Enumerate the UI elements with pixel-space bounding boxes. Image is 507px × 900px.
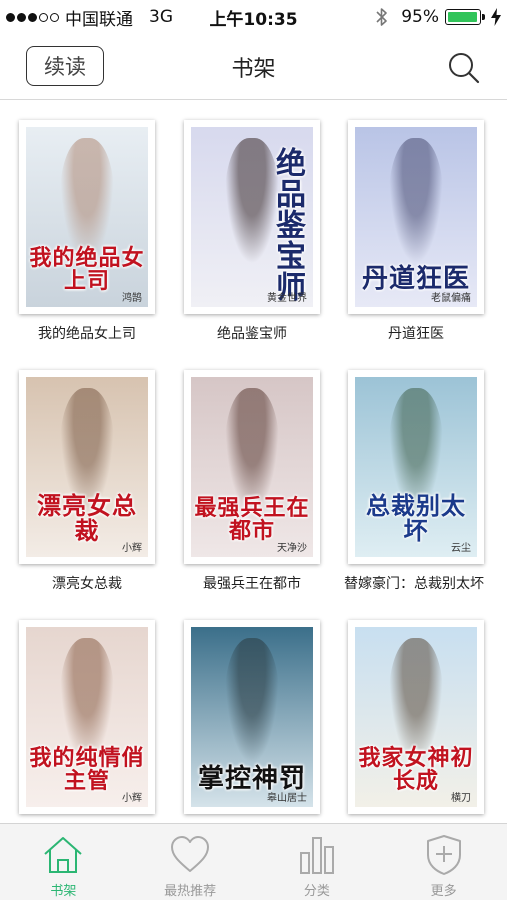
cover-title: 我家女神初长成 xyxy=(358,744,474,794)
book-cover[interactable]: 漂亮女总裁 小辉 xyxy=(19,370,155,564)
cover-title: 总裁别太坏 xyxy=(366,490,466,545)
book-title[interactable]: 替嫁豪门：总裁别太坏 xyxy=(344,573,504,593)
cover-author: 小辉 xyxy=(122,543,142,554)
cover-author: 老鼠偏痛 xyxy=(431,293,471,304)
cover-author: 黄金世界 xyxy=(267,293,307,304)
cover-art: 总裁别太坏 云尘 xyxy=(355,377,477,557)
tab-bookshelf[interactable]: 书架 xyxy=(0,824,127,900)
book-cover[interactable]: 我的纯情俏主管 小辉 xyxy=(19,620,155,814)
shield-plus-icon xyxy=(426,835,461,875)
bluetooth-icon xyxy=(376,8,388,26)
search-button[interactable] xyxy=(447,51,481,85)
battery-percent: 95% xyxy=(401,7,439,27)
cover-figure xyxy=(389,137,443,264)
cover-title: 绝品鉴宝师 xyxy=(270,147,305,302)
cover-author: 鸿鹄 xyxy=(122,293,142,304)
cover-title: 我的纯情俏主管 xyxy=(29,744,145,794)
book-title[interactable]: 绝品鉴宝师 xyxy=(172,323,332,343)
cover-title: 漂亮女总裁 xyxy=(37,490,137,545)
cover-title: 我的绝品女上司 xyxy=(29,244,145,294)
book-cover[interactable]: 我家女神初长成 横刀 xyxy=(348,620,484,814)
nav-bar: 续读 书架 xyxy=(0,34,507,100)
cover-author: 天净沙 xyxy=(277,543,307,554)
tab-label: 书架 xyxy=(50,884,77,899)
tab-category[interactable]: 分类 xyxy=(254,824,381,900)
cover-art: 掌控神罚 皋山居士 xyxy=(191,627,313,807)
book-title[interactable]: 我的绝品女上司 xyxy=(7,323,167,343)
cover-art: 丹道狂医 老鼠偏痛 xyxy=(355,127,477,307)
book-title[interactable]: 漂亮女总裁 xyxy=(7,573,167,593)
cover-author: 小辉 xyxy=(122,793,142,804)
tab-label: 分类 xyxy=(303,884,330,899)
battery-fill xyxy=(448,12,477,22)
book-title[interactable]: 最强兵王在都市 xyxy=(172,573,332,593)
bookshelf-grid: 我的绝品女上司 鸿鹄 我的绝品女上司 绝品鉴宝师 黄金世界 绝品鉴宝师 丹道狂医… xyxy=(0,101,507,823)
book-title[interactable]: 丹道狂医 xyxy=(336,323,496,343)
cover-title: 最强兵王在都市 xyxy=(194,494,310,544)
cover-author: 横刀 xyxy=(451,793,471,804)
cover-art: 最强兵王在都市 天净沙 xyxy=(191,377,313,557)
page-title: 书架 xyxy=(231,57,276,82)
book-cover[interactable]: 掌控神罚 皋山居士 xyxy=(184,620,320,814)
tab-hot-recommend[interactable]: 最热推荐 xyxy=(127,824,254,900)
book-cover[interactable]: 丹道狂医 老鼠偏痛 xyxy=(348,120,484,314)
bar-chart-icon xyxy=(299,837,334,874)
cover-art: 我家女神初长成 横刀 xyxy=(355,627,477,807)
tab-bar: 书架 最热推荐 分类 更多 xyxy=(0,823,507,900)
tab-label: 最热推荐 xyxy=(164,884,217,899)
charging-bolt-icon xyxy=(491,8,501,26)
book-cover[interactable]: 我的绝品女上司 鸿鹄 xyxy=(19,120,155,314)
battery-icon xyxy=(445,9,485,25)
cover-author: 云尘 xyxy=(451,543,471,554)
cover-art: 绝品鉴宝师 黄金世界 xyxy=(191,127,313,307)
status-right: 95% xyxy=(375,0,501,34)
book-cover[interactable]: 最强兵王在都市 天净沙 xyxy=(184,370,320,564)
status-bar: 中国联通 3G 上午10:35 95% xyxy=(0,0,507,34)
tab-more[interactable]: 更多 xyxy=(380,824,507,900)
search-icon xyxy=(449,53,480,84)
heart-icon xyxy=(171,836,210,872)
cover-figure xyxy=(225,637,279,764)
house-icon xyxy=(44,837,83,873)
cover-art: 漂亮女总裁 小辉 xyxy=(26,377,148,557)
book-cover[interactable]: 总裁别太坏 云尘 xyxy=(348,370,484,564)
cover-author: 皋山居士 xyxy=(267,793,307,804)
tab-label: 更多 xyxy=(430,884,457,899)
cover-art: 我的纯情俏主管 小辉 xyxy=(26,627,148,807)
cover-art: 我的绝品女上司 鸿鹄 xyxy=(26,127,148,307)
book-cover[interactable]: 绝品鉴宝师 黄金世界 xyxy=(184,120,320,314)
